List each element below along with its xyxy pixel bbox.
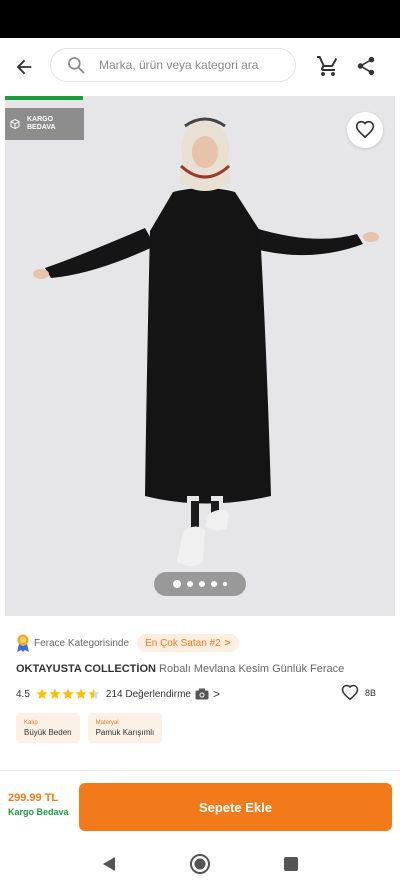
shipping-label: Kargo Bedava — [8, 807, 69, 817]
carousel-dot[interactable] — [223, 582, 227, 586]
chevron-right-icon: > — [212, 687, 220, 701]
product-photo — [5, 96, 395, 616]
search-placeholder: Marka, ürün veya kategori ara — [99, 58, 259, 72]
medal-icon — [17, 634, 29, 652]
star-icon — [62, 688, 74, 699]
price: 299.99 TL — [8, 792, 59, 804]
share-button[interactable] — [352, 52, 380, 80]
header: Marka, ürün veya kategori ara — [0, 38, 400, 96]
rank-label: En Çok Satan #2 — [145, 637, 221, 649]
favorite-count-value: 8B — [364, 688, 376, 698]
attribute-key: Materyal — [95, 719, 119, 726]
back-button[interactable] — [0, 43, 48, 91]
divider — [0, 770, 400, 771]
star-icon — [36, 688, 48, 699]
search-icon — [65, 54, 87, 76]
status-bar — [0, 0, 400, 38]
badge-line-1: KARGO — [27, 116, 54, 123]
product-name: Robalı Mevlana Kesim Günlük Ferace — [159, 663, 345, 675]
attribute-value: Büyük Beden — [24, 727, 72, 737]
best-seller-rank-link[interactable]: En Çok Satan #2 > — [137, 634, 239, 652]
cart-icon — [317, 56, 338, 76]
carousel-dot-active[interactable] — [173, 580, 181, 588]
product-title: OKTAYUSTA COLLECTİON Robalı Mevlana Kesi… — [16, 663, 388, 675]
nav-home-icon[interactable] — [189, 853, 211, 875]
cart-button[interactable] — [314, 52, 342, 80]
purchase-bar: 299.99 TL Kargo Bedava Sepete Ekle — [0, 778, 400, 834]
attribute-chip: Kalıp Büyük Beden — [16, 713, 80, 743]
rating-value: 4.5 — [16, 688, 30, 700]
review-count-link[interactable]: 214 Değerlendirme — [106, 689, 191, 700]
carousel-dot[interactable] — [199, 581, 205, 587]
heart-icon — [341, 684, 359, 701]
system-nav-bar — [0, 838, 400, 888]
favorite-button[interactable] — [347, 112, 383, 148]
chevron-right-icon: > — [224, 637, 231, 649]
free-shipping-badge: KARGO BEDAVA — [5, 108, 84, 140]
hero-topline — [5, 96, 83, 100]
box-icon — [9, 118, 21, 130]
add-to-cart-button[interactable]: Sepete Ekle — [79, 783, 392, 831]
carousel-dot[interactable] — [211, 581, 217, 587]
attribute-chip: Materyal Pamuk Karışımlı — [87, 713, 163, 743]
category-rank-row: Ferace Kategorisinde En Çok Satan #2 > — [16, 634, 239, 652]
rating-row: 4.5 214 Değerlendirme > 8B — [16, 684, 384, 702]
product-image-carousel[interactable]: KARGO BEDAVA — [5, 96, 395, 616]
arrow-left-icon — [16, 59, 32, 75]
search-input[interactable]: Marka, ürün veya kategori ara — [50, 48, 296, 82]
nav-recent-apps-icon[interactable] — [283, 856, 299, 872]
category-text: Ferace Kategorisinde — [34, 637, 130, 649]
carousel-indicator — [154, 572, 246, 596]
camera-icon — [195, 688, 209, 700]
nav-back-icon[interactable] — [100, 855, 118, 873]
carousel-dot[interactable] — [187, 581, 193, 587]
heart-icon — [355, 120, 375, 139]
share-icon — [357, 56, 375, 76]
attribute-value: Pamuk Karışımlı — [95, 727, 155, 737]
rating-stars — [36, 688, 100, 700]
product-brand[interactable]: OKTAYUSTA COLLECTİON — [16, 663, 156, 675]
star-icon — [49, 688, 61, 699]
attribute-chips: Kalıp Büyük Beden Materyal Pamuk Karışım… — [16, 713, 163, 743]
attribute-key: Kalıp — [24, 719, 38, 726]
badge-line-2: BEDAVA — [27, 124, 56, 131]
star-icon — [88, 688, 100, 699]
star-icon — [75, 688, 87, 699]
favorite-count[interactable]: 8B — [341, 684, 376, 702]
